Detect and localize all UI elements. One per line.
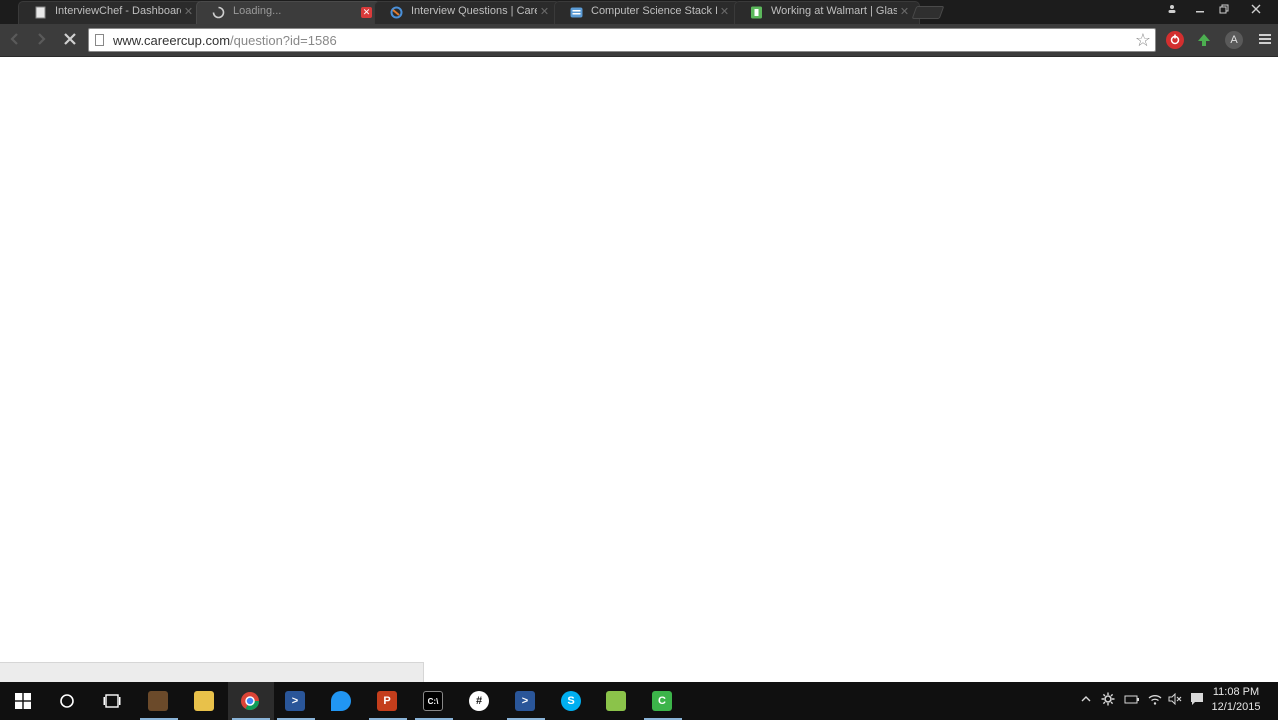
tab-title: Interview Questions | CareerCup: [411, 5, 537, 17]
tab-loading[interactable]: Loading... ✕: [196, 1, 382, 24]
address-url[interactable]: www.careercup.com/question?id=1586: [113, 33, 337, 48]
taskbar-app-camtasia[interactable]: C: [640, 682, 686, 720]
volume-muted-icon[interactable]: [1168, 692, 1182, 710]
command-prompt-icon: C:\: [423, 691, 443, 711]
powerpoint-icon: P: [377, 691, 397, 711]
camtasia-icon: C: [652, 691, 672, 711]
address-bar[interactable]: www.careercup.com/question?id=1586 ☆: [88, 28, 1156, 52]
taskbar-app-bubble[interactable]: [319, 682, 365, 720]
taskbar-app-skype[interactable]: S: [549, 682, 595, 720]
chrome-icon: [241, 692, 259, 711]
taskbar-app-explorer[interactable]: [182, 682, 228, 720]
tab-title: InterviewChef - Dashboard: [55, 5, 181, 17]
close-window-icon[interactable]: [1245, 2, 1267, 18]
bookmark-star-icon[interactable]: ☆: [1135, 30, 1151, 50]
tab-title: Computer Science Stack Exchange: [591, 5, 717, 17]
clock-time: 11:08 PM: [1212, 686, 1260, 698]
tab-cs-stackexchange[interactable]: Computer Science Stack Exchange ✕: [554, 1, 740, 24]
browser-toolbar: www.careercup.com/question?id=1586 ☆ A: [0, 24, 1278, 57]
tab-interviewchef[interactable]: InterviewChef - Dashboard ✕: [18, 1, 204, 24]
taskbar-app-powershell-2[interactable]: >: [503, 682, 549, 720]
url-domain: www.careercup.com: [113, 33, 231, 48]
menu-icon[interactable]: [1256, 31, 1274, 49]
wifi-icon[interactable]: [1148, 692, 1162, 710]
page-icon: [35, 6, 46, 19]
tab-glassdoor[interactable]: Working at Walmart | Glassdoor ✕: [734, 1, 920, 24]
slack-icon: #: [469, 691, 489, 711]
settings-gear-icon[interactable]: [1101, 692, 1115, 711]
chat-bubble-icon: [331, 691, 351, 711]
minimize-icon[interactable]: [1189, 2, 1211, 18]
taskbar-app-powerpoint[interactable]: P: [365, 682, 411, 720]
tab-strip: InterviewChef - Dashboard ✕ Loading... ✕…: [0, 0, 1278, 24]
tab-careercup[interactable]: Interview Questions | CareerCup ✕: [374, 1, 560, 24]
taskbar-app-chrome[interactable]: [228, 682, 274, 720]
page-content: [0, 57, 1278, 682]
windows-taskbar: > P C:\ # > S C 11:08 PM 12/1/2015: [0, 682, 1278, 720]
powershell-icon: >: [515, 691, 535, 711]
tab-title: Working at Walmart | Glassdoor: [771, 5, 897, 17]
task-view-icon: [103, 694, 121, 708]
extension-a-icon[interactable]: A: [1225, 31, 1243, 49]
back-arrow-icon[interactable]: [6, 31, 24, 49]
windows-logo-icon: [15, 693, 31, 709]
glassdoor-icon: [751, 6, 762, 19]
careercup-icon: [390, 6, 403, 19]
folder-icon: [194, 691, 214, 711]
new-tab-button[interactable]: [911, 6, 945, 19]
tab-close-icon[interactable]: ✕: [361, 7, 372, 18]
start-button[interactable]: [0, 682, 46, 720]
battery-icon[interactable]: [1124, 692, 1140, 710]
stackexchange-icon: [570, 7, 583, 18]
show-hidden-icons-chevron-icon[interactable]: [1080, 692, 1092, 710]
tab-close-icon[interactable]: ✕: [899, 7, 910, 18]
taskbar-app-cmd[interactable]: C:\: [411, 682, 457, 720]
notepad-icon: [606, 691, 626, 711]
stop-loading-icon[interactable]: [61, 31, 79, 49]
taskbar-app-slack[interactable]: #: [457, 682, 503, 720]
task-view-button[interactable]: [90, 682, 136, 720]
skype-icon: S: [561, 691, 581, 711]
tab-close-icon[interactable]: ✕: [719, 7, 730, 18]
extension-arrow-icon[interactable]: [1195, 31, 1213, 49]
action-center-icon[interactable]: [1190, 692, 1204, 711]
tab-close-icon[interactable]: ✕: [183, 7, 194, 18]
restore-icon[interactable]: [1213, 2, 1235, 18]
url-path: /question?id=1586: [230, 33, 337, 48]
tab-title: Loading...: [233, 5, 282, 17]
page-icon: [95, 34, 104, 46]
tab-close-icon[interactable]: ✕: [539, 7, 550, 18]
cortana-circle-icon: [60, 694, 74, 708]
loading-spinner-icon: [212, 6, 225, 19]
taskbar-app-notepad[interactable]: [594, 682, 640, 720]
profile-icon[interactable]: [1161, 2, 1183, 18]
extension-stop-icon[interactable]: [1166, 31, 1184, 49]
taskbar-app-powershell[interactable]: >: [273, 682, 319, 720]
taskbar-clock[interactable]: 11:08 PM 12/1/2015: [1206, 685, 1266, 715]
search-button[interactable]: [45, 682, 91, 720]
status-bubble: [0, 662, 424, 682]
powershell-icon: >: [285, 691, 305, 711]
photo-app-icon: [148, 691, 168, 711]
forward-arrow-icon[interactable]: [32, 31, 50, 49]
clock-date: 12/1/2015: [1211, 701, 1261, 713]
taskbar-app-photo[interactable]: [136, 682, 182, 720]
